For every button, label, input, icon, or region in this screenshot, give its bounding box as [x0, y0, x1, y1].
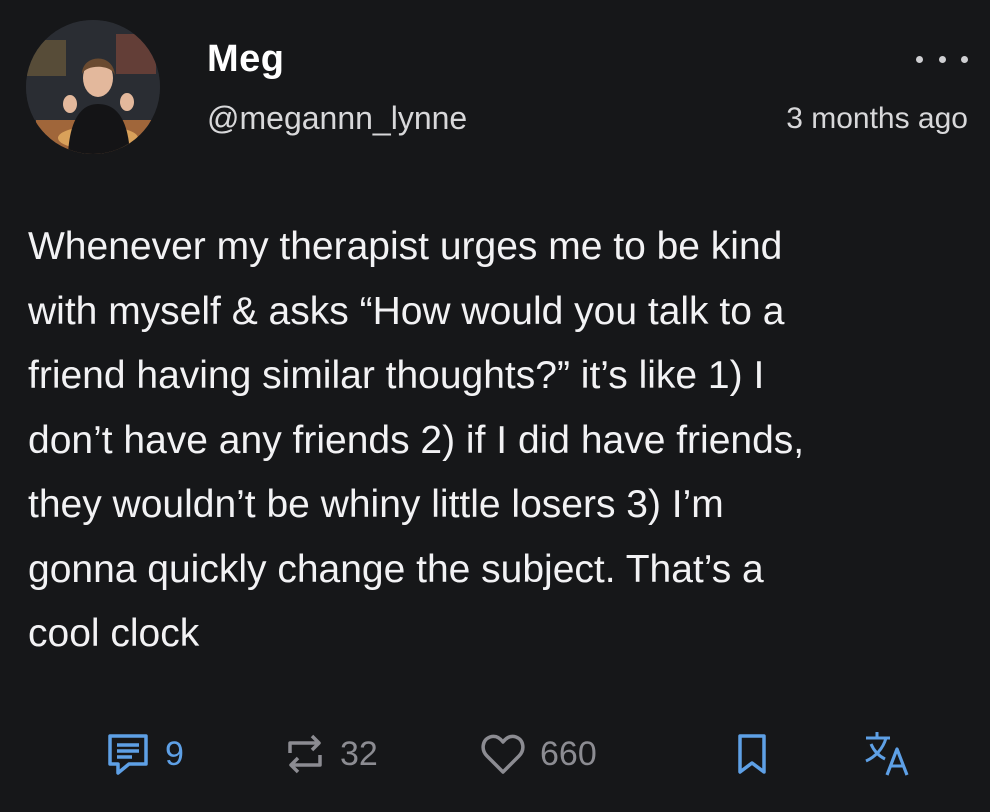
post-card: Meg @megannn_lynne 3 months ago Whenever…: [0, 0, 990, 812]
bookmark-icon: [738, 734, 766, 774]
post-body-text: Whenever my therapist urges me to be kin…: [28, 225, 805, 655]
more-horizontal-icon-dot: [961, 55, 968, 63]
more-options-button[interactable]: [916, 44, 968, 74]
author-display-name[interactable]: Meg: [207, 38, 285, 81]
like-count: 660: [540, 734, 597, 773]
reply-button[interactable]: 9: [105, 724, 184, 784]
comment-icon: [108, 734, 148, 775]
avatar-photo: [26, 20, 160, 154]
repost-button[interactable]: 32: [284, 724, 378, 784]
repost-icon: [288, 734, 322, 774]
translate-button[interactable]: [862, 724, 912, 784]
more-horizontal-icon-dot: [938, 55, 946, 63]
reply-count: 9: [165, 734, 184, 773]
post-timestamp[interactable]: 3 months ago: [786, 102, 968, 136]
repost-count: 32: [340, 734, 378, 773]
post-action-bar: 9 32 660: [0, 724, 990, 784]
author-avatar[interactable]: [26, 20, 160, 154]
heart-icon: [481, 734, 525, 774]
bookmark-button[interactable]: [735, 724, 769, 784]
more-horizontal-icon: [916, 55, 923, 63]
translate-icon: [865, 732, 909, 776]
like-button[interactable]: 660: [480, 724, 597, 784]
author-handle[interactable]: @megannn_lynne: [207, 100, 467, 137]
